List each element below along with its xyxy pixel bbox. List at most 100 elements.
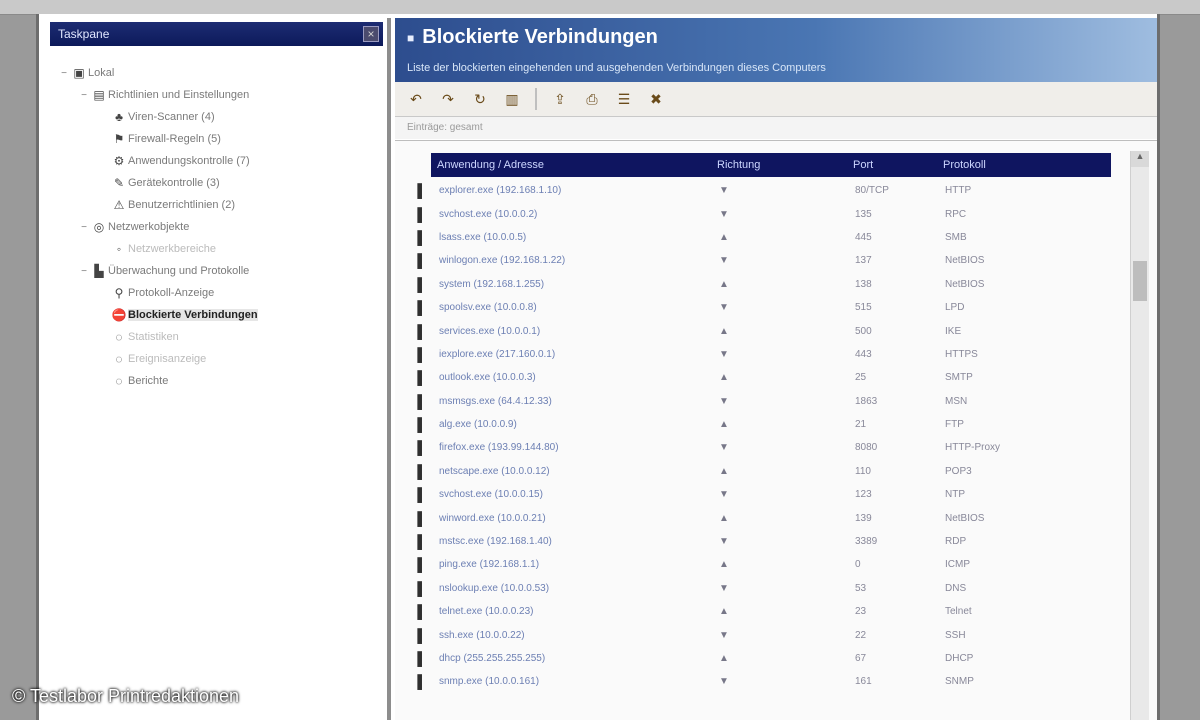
table-row[interactable]: ▌ lsass.exe (10.0.0.5) ▲ 445 SMB [413,226,1133,249]
cell-protocol: RDP [945,536,967,548]
column-header-direction[interactable]: Richtung [711,159,847,171]
cell-port: 138 [855,278,872,290]
table-row[interactable]: ▌ dhcp (255.255.255.255) ▲ 67 DHCP [413,647,1133,670]
tree-item-p5[interactable]: ⚠ Benutzerrichtlinien (2) [58,194,387,216]
tree-item-label: Netzwerkbereiche [128,243,217,255]
tree-item-p2[interactable]: ⚑ Firewall-Regeln (5) [58,128,387,150]
cell-port: 110 [855,465,871,477]
cell-application: ping.exe (192.168.1.1) [439,559,540,571]
cell-direction: ▼ [719,629,729,641]
tree-item-m2[interactable]: ⛔ Blockierte Verbindungen [58,304,387,326]
table-row[interactable]: ▌ nslookup.exe (10.0.0.53) ▼ 53 DNS [413,577,1133,600]
tree-item-p4[interactable]: ✎ Gerätekontrolle (3) [58,172,387,194]
cell-port: 25 [855,372,867,384]
tree-item-m4[interactable]: ◌ Ereignisanzeige [58,348,387,370]
row-status-icon: ▌ [417,534,427,550]
table-row[interactable]: ▌ explorer.exe (192.168.1.10) ▼ 80/TCP HTTP [413,179,1133,202]
row-status-icon: ▌ [417,557,427,573]
tree-item-m1[interactable]: ⚲ Protokoll-Anzeige [58,282,387,304]
row-status-icon: ▌ [417,651,427,666]
table-row[interactable]: ▌ svchost.exe (10.0.0.2) ▼ 135 RPC [413,202,1133,225]
table-row[interactable]: ▌ snmp.exe (10.0.0.161) ▼ 161 SNMP [413,670,1133,693]
cell-application: nslookup.exe (10.0.0.53) [439,582,550,594]
tree-item-root[interactable]: − ▣ Lokal [58,62,387,84]
cell-application: ssh.exe (10.0.0.22) [439,629,525,641]
row-status-icon: ▌ [417,487,427,503]
table-row[interactable]: ▌ alg.exe (10.0.0.9) ▲ 21 FTP [413,413,1133,436]
column-header-port[interactable]: Port [847,159,937,171]
expander-icon[interactable]: − [58,68,70,79]
cell-port: 515 [855,302,872,314]
expander-icon[interactable]: − [78,266,90,277]
report-icon: ◌ [115,374,123,388]
row-status-icon: ▌ [417,300,427,316]
table-row[interactable]: ▌ telnet.exe (10.0.0.23) ▲ 23 Telnet [413,600,1133,623]
tree-item-label: Protokoll-Anzeige [128,287,215,299]
cell-port: 3389 [855,536,878,548]
row-status-icon: ▌ [417,323,427,339]
table-row[interactable]: ▌ outlook.exe (10.0.0.3) ▲ 25 SMTP [413,366,1133,389]
table-row[interactable]: ▌ firefox.exe (193.99.144.80) ▼ 8080 HTTP-Pr… [413,436,1133,459]
cell-direction: ▲ [719,325,729,337]
tree-item-net[interactable]: − ◎ Netzwerkobjekte [58,216,387,238]
delete-icon[interactable]: ✖ [643,86,669,112]
table-row[interactable]: ▌ system (192.168.1.255) ▲ 138 NetBIOS [413,273,1133,296]
row-status-icon: ▌ [417,346,427,362]
tree-item-n1[interactable]: ◦ Netzwerkbereiche [58,238,387,260]
table-row[interactable]: ▌ netscape.exe (10.0.0.12) ▲ 110 POP3 [413,460,1133,483]
table-row[interactable]: ▌ ssh.exe (10.0.0.22) ▼ 22 SSH [413,623,1133,646]
cell-application: explorer.exe (192.168.1.10) [439,185,562,197]
scroll-up-icon[interactable]: ▲ [1131,151,1149,167]
table-row[interactable]: ▌ winlogon.exe (192.168.1.22) ▼ 137 NetBIOS [413,249,1133,272]
back-icon[interactable]: ↶ [403,86,429,112]
scrollbar-thumb[interactable] [1133,261,1147,301]
navigation-tree: − ▣ Lokal − ▤ Richtlinien und Einstellungen ♣ V… [58,62,387,392]
table-row[interactable]: ▌ spoolsv.exe (10.0.0.8) ▼ 515 LPD [413,296,1133,319]
row-status-icon: ▌ [417,276,427,292]
cell-application: mstsc.exe (192.168.1.40) [439,536,552,548]
tree-item-label: Gerätekontrolle (3) [128,177,220,189]
cell-application: firefox.exe (193.99.144.80) [439,442,559,454]
close-icon[interactable]: × [363,26,379,42]
tree-item-label: Statistiken [128,331,179,343]
tree-item-m5[interactable]: ◌ Berichte [58,370,387,392]
column-header-application[interactable]: Anwendung / Adresse [431,159,711,171]
table-row[interactable]: ▌ msmsgs.exe (64.4.12.33) ▼ 1863 MSN [413,390,1133,413]
network-range-icon: ◦ [116,242,122,256]
device-icon: ✎ [113,176,125,190]
refresh-icon[interactable]: ↻ [467,86,493,112]
cell-port: 53 [855,582,867,594]
table-row[interactable]: ▌ ping.exe (192.168.1.1) ▲ 0 ICMP [413,553,1133,576]
tree-item-p3[interactable]: ⚙ Anwendungskontrolle (7) [58,150,387,172]
row-status-icon: ▌ [417,510,427,526]
tree-item-m3[interactable]: ◌ Statistiken [58,326,387,348]
row-status-icon: ▌ [417,604,427,620]
table-row[interactable]: ▌ services.exe (10.0.0.1) ▲ 500 IKE [413,319,1133,342]
table-row[interactable]: ▌ iexplore.exe (217.160.0.1) ▼ 443 HTTPS [413,343,1133,366]
row-status-icon: ▌ [417,206,427,222]
tree-item-mon[interactable]: − ▙ Überwachung und Protokolle [58,260,387,282]
forward-icon[interactable]: ↷ [435,86,461,112]
filter-icon[interactable]: ▥ [499,86,525,112]
row-status-icon: ▌ [417,183,427,199]
cell-direction: ▼ [719,208,729,220]
app-icon: ⚙ [113,154,125,168]
expander-icon[interactable]: − [78,222,90,233]
table-row[interactable]: ▌ winword.exe (10.0.0.21) ▲ 139 NetBIOS [413,506,1133,529]
tree-item-p1[interactable]: ♣ Viren-Scanner (4) [58,106,387,128]
export-icon[interactable]: ⇪ [547,86,573,112]
page-title-text: Blockierte Verbindungen [422,26,658,48]
table-row[interactable]: ▌ mstsc.exe (192.168.1.40) ▼ 3389 RDP [413,530,1133,553]
print-icon[interactable]: ⎙ [579,86,605,112]
shield-icon: ♣ [115,110,123,124]
row-status-icon: ▌ [417,580,427,596]
vertical-scrollbar[interactable]: ▲ [1130,151,1149,720]
navigation-pane-header: Taskpane × [50,22,383,46]
cell-direction: ▲ [719,231,729,243]
properties-icon[interactable]: ☰ [611,86,637,112]
tree-item-policy[interactable]: − ▤ Richtlinien und Einstellungen [58,84,387,106]
expander-icon[interactable]: − [78,90,90,101]
column-header-protocol[interactable]: Protokoll [937,159,1111,171]
cell-port: 8080 [855,442,878,454]
table-row[interactable]: ▌ svchost.exe (10.0.0.15) ▼ 123 NTP [413,483,1133,506]
